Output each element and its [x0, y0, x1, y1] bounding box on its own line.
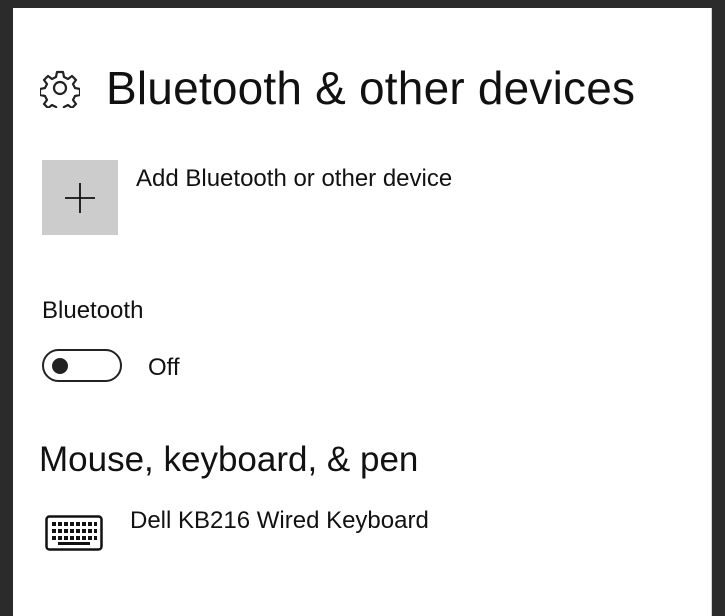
settings-panel: Bluetooth & other devices Add Bluetooth … [13, 8, 712, 616]
gear-icon [40, 70, 80, 108]
page-title: Bluetooth & other devices [106, 62, 636, 114]
bluetooth-toggle[interactable] [42, 349, 122, 382]
toggle-knob [52, 357, 68, 374]
bluetooth-toggle-state: Off [148, 354, 180, 381]
plus-icon [65, 182, 95, 213]
add-device-label[interactable]: Add Bluetooth or other device [136, 165, 452, 193]
device-item-dell-kb216[interactable]: Dell KB216 Wired Keyboard [130, 507, 429, 535]
page-header: Bluetooth & other devices [40, 58, 635, 118]
bluetooth-label: Bluetooth [42, 297, 144, 324]
add-device-button[interactable] [42, 160, 118, 235]
section-heading-mouse-keyboard-pen: Mouse, keyboard, & pen [39, 440, 419, 479]
keyboard-icon [45, 515, 103, 551]
